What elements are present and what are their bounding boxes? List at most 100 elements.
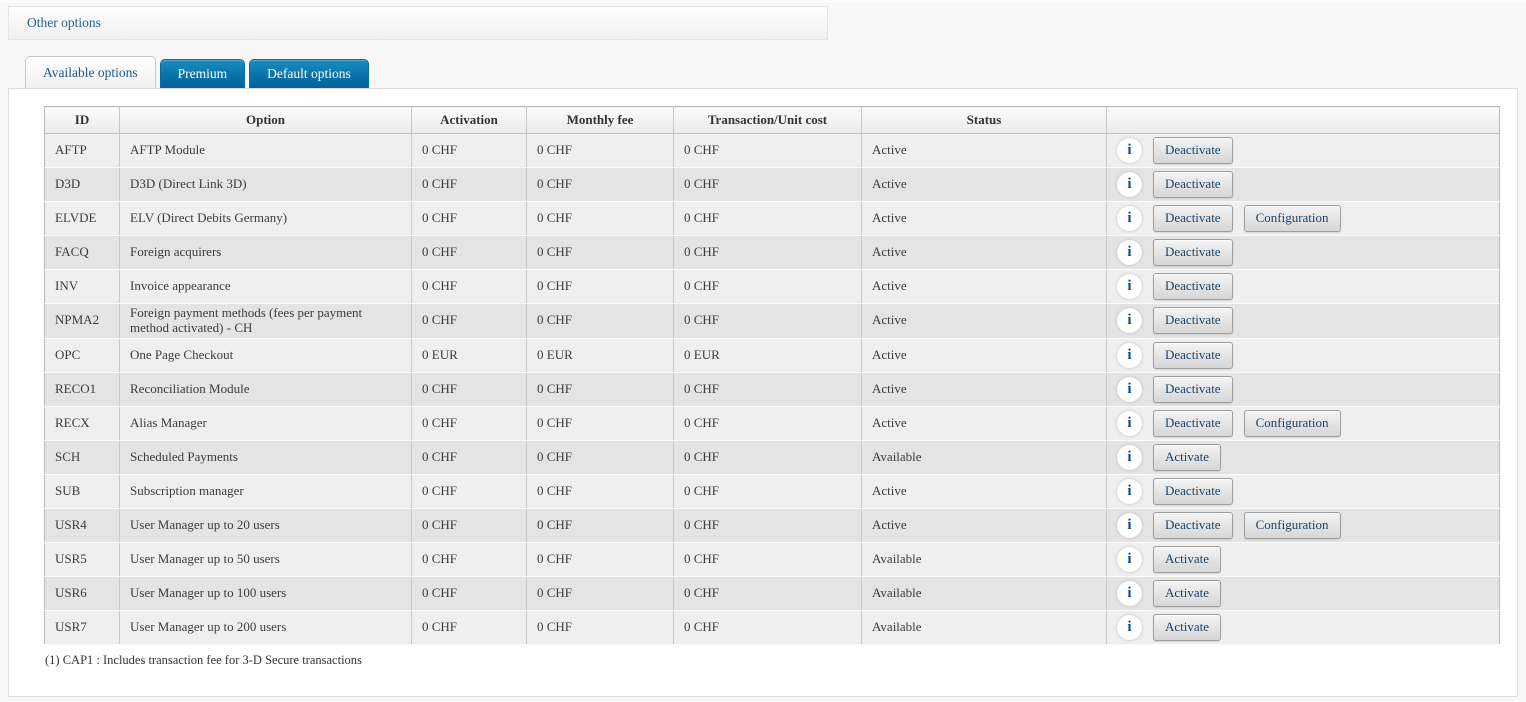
deactivate-button[interactable]: Deactivate <box>1153 307 1233 334</box>
status-cell: Active <box>862 236 1107 270</box>
actions-group: i Deactivate <box>1117 376 1491 403</box>
monthly-fee-cell: 0 CHF <box>527 372 674 406</box>
col-header-status: Status <box>862 107 1107 134</box>
deactivate-button[interactable]: Deactivate <box>1153 205 1233 232</box>
tab-default-options[interactable]: Default options <box>249 59 369 88</box>
transaction-cost-cell: 0 CHF <box>674 542 862 576</box>
deactivate-button[interactable]: Deactivate <box>1153 137 1233 164</box>
option-name-cell: Foreign payment methods (fees per paymen… <box>120 304 412 339</box>
content-panel: ID Option Activation Monthly fee Transac… <box>8 88 1518 697</box>
section-header-title: Other options <box>27 15 101 31</box>
info-icon[interactable]: i <box>1117 445 1142 470</box>
activate-button[interactable]: Activate <box>1153 580 1221 607</box>
monthly-fee-cell: 0 CHF <box>527 270 674 304</box>
monthly-fee-cell: 0 CHF <box>527 576 674 610</box>
info-icon[interactable]: i <box>1117 377 1142 402</box>
option-name-cell: Foreign acquirers <box>120 236 412 270</box>
option-name-cell: Alias Manager <box>120 406 412 440</box>
table-row: NPMA2 Foreign payment methods (fees per … <box>45 304 1500 339</box>
status-cell: Active <box>862 406 1107 440</box>
option-name-cell: One Page Checkout <box>120 338 412 372</box>
activate-button[interactable]: Activate <box>1153 444 1221 471</box>
actions-cell: i Activate <box>1107 440 1500 474</box>
monthly-fee-cell: 0 CHF <box>527 474 674 508</box>
status-cell: Active <box>862 304 1107 339</box>
actions-group: i Deactivate <box>1117 137 1491 164</box>
option-id-cell: FACQ <box>45 236 120 270</box>
info-icon[interactable]: i <box>1117 615 1142 640</box>
option-name-cell: User Manager up to 200 users <box>120 610 412 644</box>
tab-premium[interactable]: Premium <box>160 59 246 88</box>
info-icon[interactable]: i <box>1117 308 1142 333</box>
table-row: SUB Subscription manager 0 CHF 0 CHF 0 C… <box>45 474 1500 508</box>
transaction-cost-cell: 0 CHF <box>674 270 862 304</box>
table-row: RECO1 Reconciliation Module 0 CHF 0 CHF … <box>45 372 1500 406</box>
configuration-button[interactable]: Configuration <box>1244 512 1341 539</box>
option-name-cell: Invoice appearance <box>120 270 412 304</box>
status-cell: Active <box>862 270 1107 304</box>
info-icon[interactable]: i <box>1117 479 1142 504</box>
option-id-cell: RECX <box>45 406 120 440</box>
configuration-button[interactable]: Configuration <box>1244 410 1341 437</box>
activation-fee-cell: 0 CHF <box>412 372 527 406</box>
activation-fee-cell: 0 CHF <box>412 576 527 610</box>
tab-available-options[interactable]: Available options <box>25 56 156 88</box>
deactivate-button[interactable]: Deactivate <box>1153 273 1233 300</box>
info-icon[interactable]: i <box>1117 172 1142 197</box>
col-header-option: Option <box>120 107 412 134</box>
deactivate-button[interactable]: Deactivate <box>1153 478 1233 505</box>
info-icon[interactable]: i <box>1117 547 1142 572</box>
deactivate-button[interactable]: Deactivate <box>1153 239 1233 266</box>
table-row: SCH Scheduled Payments 0 CHF 0 CHF 0 CHF… <box>45 440 1500 474</box>
configuration-button[interactable]: Configuration <box>1244 205 1341 232</box>
actions-group: i Deactivate <box>1117 478 1491 505</box>
transaction-cost-cell: 0 CHF <box>674 440 862 474</box>
actions-cell: i Deactivate <box>1107 474 1500 508</box>
deactivate-button[interactable]: Deactivate <box>1153 171 1233 198</box>
actions-group: i Deactivate <box>1117 273 1491 300</box>
actions-cell: i Activate <box>1107 542 1500 576</box>
info-icon[interactable]: i <box>1117 240 1142 265</box>
option-name-cell: User Manager up to 100 users <box>120 576 412 610</box>
deactivate-button[interactable]: Deactivate <box>1153 512 1233 539</box>
info-icon[interactable]: i <box>1117 138 1142 163</box>
option-name-cell: Scheduled Payments <box>120 440 412 474</box>
monthly-fee-cell: 0 CHF <box>527 406 674 440</box>
monthly-fee-cell: 0 CHF <box>527 134 674 168</box>
transaction-cost-cell: 0 CHF <box>674 202 862 236</box>
monthly-fee-cell: 0 CHF <box>527 168 674 202</box>
info-icon[interactable]: i <box>1117 411 1142 436</box>
status-cell: Available <box>862 542 1107 576</box>
option-name-cell: Reconciliation Module <box>120 372 412 406</box>
activate-button[interactable]: Activate <box>1153 546 1221 573</box>
deactivate-button[interactable]: Deactivate <box>1153 342 1233 369</box>
transaction-cost-cell: 0 CHF <box>674 168 862 202</box>
table-row: USR4 User Manager up to 20 users 0 CHF 0… <box>45 508 1500 542</box>
info-icon[interactable]: i <box>1117 581 1142 606</box>
activate-button[interactable]: Activate <box>1153 614 1221 641</box>
info-icon[interactable]: i <box>1117 274 1142 299</box>
info-icon[interactable]: i <box>1117 206 1142 231</box>
table-row: FACQ Foreign acquirers 0 CHF 0 CHF 0 CHF… <box>45 236 1500 270</box>
option-id-cell: INV <box>45 270 120 304</box>
deactivate-button[interactable]: Deactivate <box>1153 376 1233 403</box>
table-footnote: (1) CAP1 : Includes transaction fee for … <box>45 653 1497 668</box>
transaction-cost-cell: 0 CHF <box>674 474 862 508</box>
col-header-actions <box>1107 107 1500 134</box>
actions-cell: i Deactivate <box>1107 270 1500 304</box>
info-icon[interactable]: i <box>1117 343 1142 368</box>
transaction-cost-cell: 0 CHF <box>674 576 862 610</box>
actions-group: i Activate <box>1117 546 1491 573</box>
status-cell: Active <box>862 168 1107 202</box>
actions-cell: i Deactivate Configuration <box>1107 202 1500 236</box>
table-row: INV Invoice appearance 0 CHF 0 CHF 0 CHF… <box>45 270 1500 304</box>
activation-fee-cell: 0 CHF <box>412 542 527 576</box>
activation-fee-cell: 0 CHF <box>412 474 527 508</box>
status-cell: Active <box>862 508 1107 542</box>
monthly-fee-cell: 0 CHF <box>527 304 674 339</box>
actions-group: i Deactivate Configuration <box>1117 205 1491 232</box>
info-icon[interactable]: i <box>1117 513 1142 538</box>
transaction-cost-cell: 0 CHF <box>674 406 862 440</box>
deactivate-button[interactable]: Deactivate <box>1153 410 1233 437</box>
actions-group: i Deactivate <box>1117 342 1491 369</box>
